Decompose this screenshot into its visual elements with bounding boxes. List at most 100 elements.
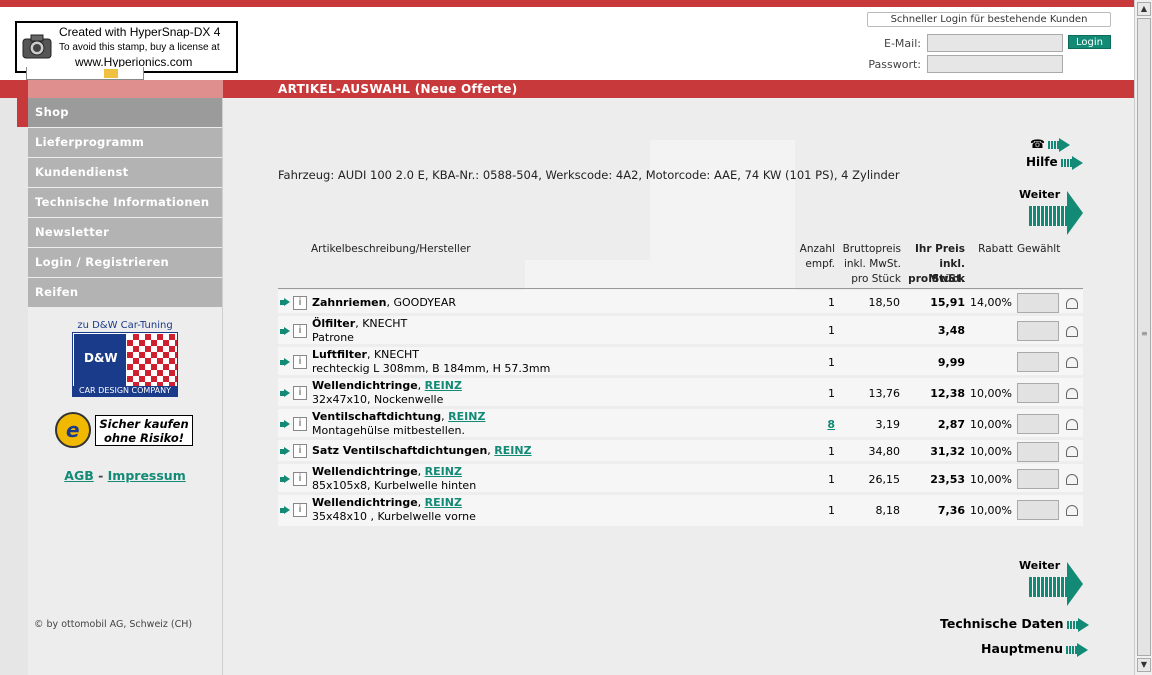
sidebar-strip [0,80,28,675]
site-logo[interactable] [26,67,144,80]
table-row: i Zahnriemen, GOODYEAR 1 18,50 15,91 14,… [278,290,1083,316]
article-name: Ventilschaftdichtung [312,410,442,423]
cart-icon[interactable] [1066,474,1078,485]
vertical-scrollbar[interactable]: ▲ ≡ ▼ [1134,0,1152,675]
qty-recommended: 1 [828,445,835,458]
cart-icon[interactable] [1066,388,1078,399]
login-button[interactable]: Login [1068,35,1111,49]
go-arrow-icon[interactable] [280,358,290,367]
weiter-button-top[interactable]: Weiter [1019,188,1099,240]
cart-icon[interactable] [1066,419,1078,430]
nav-item-shop[interactable]: Shop [28,98,222,127]
cart-icon[interactable] [1066,357,1078,368]
info-icon[interactable]: i [293,472,307,486]
header-empf: empf. [805,258,835,270]
quantity-input[interactable] [1017,293,1059,313]
article-description: Luftfilter, KNECHT rechteckig L 308mm, B … [312,348,551,375]
quantity-input[interactable] [1017,442,1059,462]
article-name: Wellendichtringe [312,379,418,392]
go-arrow-icon[interactable] [280,420,290,429]
go-arrow-icon[interactable] [280,298,290,307]
big-arrow-head [1067,562,1083,606]
quantity-input[interactable] [1017,469,1059,489]
article-name: Satz Ventilschaftdichtungen [312,444,488,457]
header-brutto-2: inkl. MwSt. [843,258,901,270]
info-icon[interactable]: i [293,503,307,517]
info-icon[interactable]: i [293,417,307,431]
maker-link[interactable]: REINZ [494,444,531,457]
qty-recommended-link[interactable]: 8 [808,418,835,431]
go-arrow-icon[interactable] [280,389,290,398]
agb-link[interactable]: AGB [64,468,93,483]
impressum-link[interactable]: Impressum [108,468,186,483]
gross-price: 3,19 [875,418,901,431]
go-arrow-icon[interactable] [280,447,290,456]
info-icon[interactable]: i [293,355,307,369]
article-maker: GOODYEAR [393,296,457,309]
discount: 14,00% [970,296,1012,309]
big-arrow-icon [1029,577,1067,597]
cart-icon[interactable] [1066,326,1078,337]
password-field[interactable] [927,55,1063,73]
table-row: i Wellendichtringe, REINZ 85x105x8, Kurbe… [278,464,1083,495]
trusted-shops-badge[interactable]: e Sicher kaufen ohne Risiko! [55,412,195,448]
legal-separator: - [98,468,104,483]
nav-item-newsletter[interactable]: Newsletter [28,218,222,247]
big-arrow-head [1067,191,1083,235]
quantity-input[interactable] [1017,383,1059,403]
quick-login-label: Schneller Login für bestehende Kunden [867,12,1111,27]
scroll-thumb[interactable]: ≡ [1137,18,1151,656]
article-detail: 35x48x10 , Kurbelwelle vorne [312,510,476,523]
maker-link[interactable]: REINZ [425,379,462,392]
nav-item-kundendienst[interactable]: Kundendienst [28,158,222,187]
discount: 10,00% [970,504,1012,517]
go-arrow-icon[interactable] [280,327,290,336]
maker-link[interactable]: REINZ [425,496,462,509]
info-icon[interactable]: i [293,444,307,458]
qty-recommended: 1 [828,387,835,400]
technische-daten-link[interactable]: Technische Daten [940,616,1089,632]
table-header-divider [278,288,1083,289]
quantity-input[interactable] [1017,500,1059,520]
go-arrow-icon[interactable] [280,475,290,484]
header-ihr-preis-1: Ihr Preis [914,243,965,255]
table-row: i Ölfilter, KNECHT Patrone 1 3,48 [278,316,1083,347]
go-arrow-icon[interactable] [280,506,290,515]
header-rabatt: Rabatt [978,243,1013,255]
article-description: Ölfilter, KNECHT Patrone [312,317,408,344]
nav-item-reifen[interactable]: Reifen [28,278,222,307]
info-icon[interactable]: i [293,324,307,338]
your-price: 15,91 [930,296,965,309]
quantity-input[interactable] [1017,414,1059,434]
maker-link[interactable]: REINZ [425,465,462,478]
quantity-input[interactable] [1017,321,1059,341]
nav-item-login-registrieren[interactable]: Login / Registrieren [28,248,222,277]
hauptmenu-link[interactable]: Hauptmenu [981,641,1089,657]
copyright: © by ottomobil AG, Schweiz (CH) [34,619,193,630]
hilfe-link[interactable]: Hilfe [1026,155,1083,170]
big-arrow-icon [1029,206,1067,226]
weiter-button-bottom[interactable]: Weiter [1019,559,1099,611]
cart-icon[interactable] [1066,505,1078,516]
article-name: Wellendichtringe [312,465,418,478]
dw-logo-link[interactable]: D&W CAR DESIGN COMPANY [72,332,178,397]
nav-item-technische-informationen[interactable]: Technische Informationen [28,188,222,217]
info-icon[interactable]: i [293,296,307,310]
cart-icon[interactable] [1066,298,1078,309]
nav-item-lieferprogramm[interactable]: Lieferprogramm [28,128,222,157]
article-description: Wellendichtringe, REINZ 85x105x8, Kurbelw… [312,465,477,492]
cart-icon[interactable] [1066,446,1078,457]
phone-link[interactable]: ☎ [1030,137,1070,152]
article-description: Wellendichtringe, REINZ 35x48x10 , Kurbel… [312,496,476,523]
discount: 10,00% [970,473,1012,486]
maker-link[interactable]: REINZ [448,410,485,423]
info-icon[interactable]: i [293,386,307,400]
scroll-up-icon[interactable]: ▲ [1137,2,1151,16]
weiter-label: Weiter [1019,188,1061,201]
quantity-input[interactable] [1017,352,1059,372]
top-accent-bar [0,0,1134,7]
scroll-down-icon[interactable]: ▼ [1137,658,1151,672]
email-field[interactable] [927,34,1063,52]
gross-price: 26,15 [868,473,901,486]
discount: 10,00% [970,418,1012,431]
